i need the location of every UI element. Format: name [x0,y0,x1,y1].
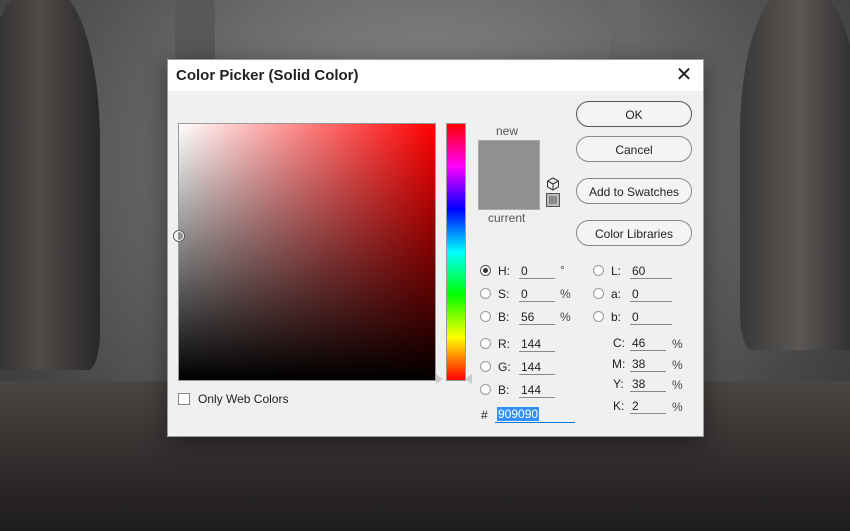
b-channel-field[interactable] [630,310,672,325]
green-field[interactable] [519,360,555,375]
hex-value: 909090 [497,407,540,421]
yellow-field[interactable] [630,377,666,392]
hue-label: H: [498,264,510,278]
color-field-cursor[interactable] [174,231,184,241]
black-label: K: [613,399,625,413]
radio-lightness[interactable] [593,265,604,276]
hue-slider[interactable] [446,123,466,381]
cube-icon[interactable] [546,177,560,191]
yellow-unit: % [672,378,683,392]
only-web-colors-label[interactable]: Only Web Colors [198,392,288,406]
radio-hue[interactable] [480,265,491,276]
saturation-label: S: [498,287,510,301]
color-field[interactable] [174,123,436,381]
black-unit: % [672,400,683,414]
color-libraries-button[interactable]: Color Libraries [576,220,692,246]
brightness-field[interactable] [519,310,555,325]
saturation-unit: % [560,287,571,301]
ok-button[interactable]: OK [576,101,692,127]
cyan-label: C: [613,336,625,350]
yellow-label: Y: [613,377,624,391]
cancel-button[interactable]: Cancel [576,136,692,162]
dialog-title: Color Picker (Solid Color) [176,67,359,84]
black-field[interactable] [630,399,666,414]
red-field[interactable] [519,337,555,352]
hex-field[interactable]: 909090 [495,407,575,423]
new-color-swatch [479,141,539,175]
saturation-field[interactable] [519,287,555,302]
radio-green[interactable] [480,361,491,372]
blue-field[interactable] [519,383,555,398]
close-icon[interactable]: ✕ [673,64,695,86]
hue-slider-handle-right[interactable] [465,374,472,384]
a-channel-label: a: [611,287,622,301]
color-preview-swatch [478,140,540,210]
radio-b-channel[interactable] [593,311,604,322]
magenta-label: M: [612,357,626,371]
lightness-label: L: [611,264,622,278]
color-picker-dialog: Color Picker (Solid Color) ✕ new current… [167,59,704,437]
radio-a-channel[interactable] [593,288,604,299]
hue-field[interactable] [519,264,555,279]
radio-brightness[interactable] [480,311,491,322]
only-web-colors-checkbox[interactable] [178,393,190,405]
new-label: new [496,124,519,138]
b-channel-label: b: [611,310,622,324]
cyan-unit: % [672,337,683,351]
magenta-field[interactable] [630,357,666,372]
hue-unit: ° [560,263,565,277]
radio-saturation[interactable] [480,288,491,299]
title-bar: Color Picker (Solid Color) ✕ [168,60,703,91]
hue-slider-handle-left[interactable] [436,374,443,384]
tree-trunk-right [740,0,850,350]
websafe-cube-icon[interactable] [546,193,560,207]
brightness-unit: % [560,310,571,324]
current-color-swatch[interactable] [479,175,539,209]
lightness-field[interactable] [630,264,672,279]
radio-blue[interactable] [480,384,491,395]
a-channel-field[interactable] [630,287,672,302]
tree-trunk-left [0,0,100,370]
cyan-field[interactable] [630,336,666,351]
brightness-label: B: [498,310,510,324]
hex-prefix: # [481,408,488,422]
radio-red[interactable] [480,338,491,349]
blue-label: B: [498,383,510,397]
green-label: G: [498,360,511,374]
magenta-unit: % [672,358,683,372]
current-label: current [488,211,526,225]
add-to-swatches-button[interactable]: Add to Swatches [576,178,692,204]
red-label: R: [498,337,510,351]
